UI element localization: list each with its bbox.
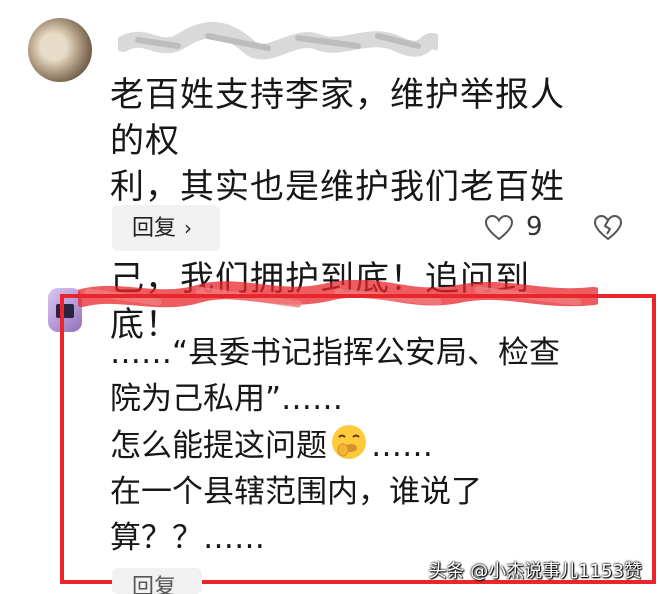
user-avatar[interactable] — [28, 18, 92, 82]
comment-line: 算？？…… — [110, 520, 265, 556]
comment-text: ……“县委书记指挥公安局、检查 院为己私用”…… 怎么能提这问题 …… 在一个县… — [110, 330, 630, 561]
comment-line: 院为己私用”…… — [110, 381, 344, 417]
comment-line: 在一个县辖范围内，谁说了 — [110, 474, 482, 510]
broken-heart-icon[interactable] — [592, 213, 624, 243]
reply-label: 回复 — [132, 575, 177, 594]
watermark: 头条 @小杰说事儿1153赞 — [428, 561, 642, 582]
comment-fragment: …… — [371, 428, 433, 464]
redacted-username — [118, 22, 438, 60]
comment-line: ……“县委书记指挥公安局、检查 — [110, 335, 561, 371]
reply-label: 回复 — [132, 216, 177, 241]
like-count: 9 — [526, 212, 543, 242]
reply-button[interactable]: 回复 › — [112, 205, 220, 251]
comment-line: 老百姓支持李家，维护举报人的权 — [110, 75, 565, 161]
shushing-face-emoji — [332, 425, 366, 459]
comment-fragment: 怎么能提这问题 — [110, 428, 327, 464]
chevron-right-icon: › — [184, 216, 193, 240]
heart-outline-icon[interactable] — [484, 213, 514, 243]
comment-line: 怎么能提这问题 …… — [110, 422, 630, 469]
reply-button[interactable]: 回复 — [112, 568, 202, 594]
